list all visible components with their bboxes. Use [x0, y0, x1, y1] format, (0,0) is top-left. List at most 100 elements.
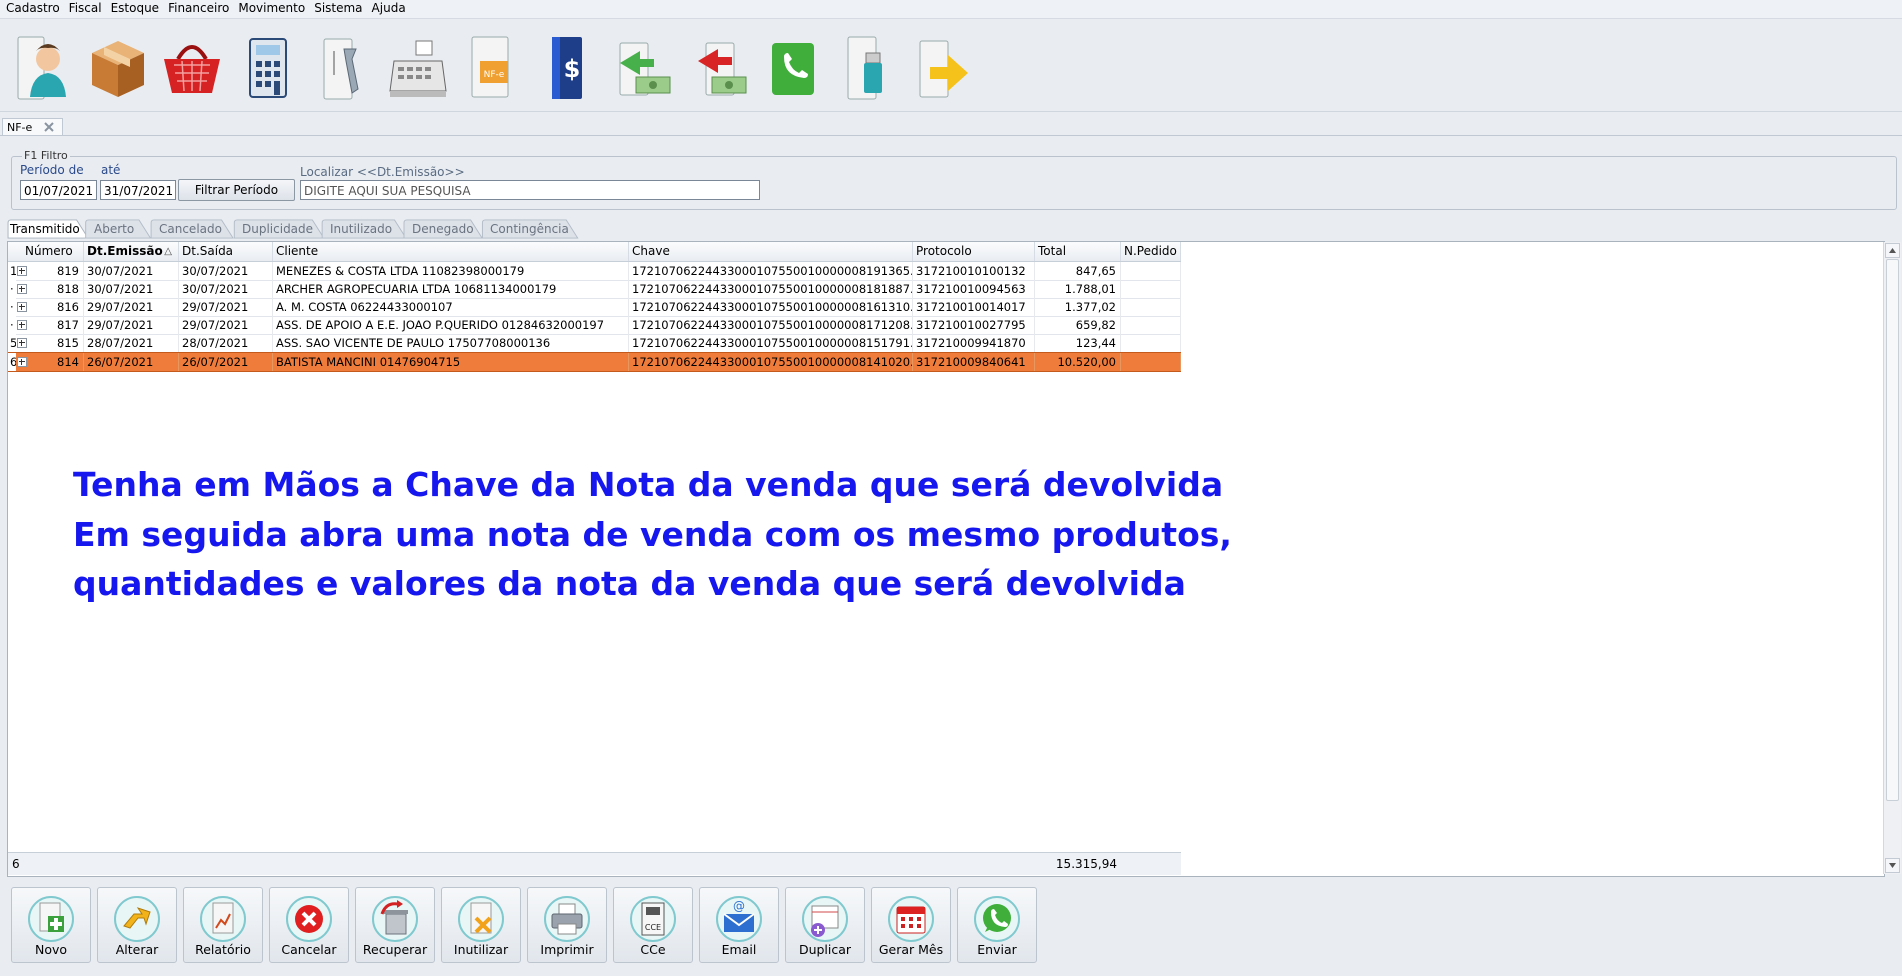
- duplicar-button[interactable]: Duplicar: [785, 887, 865, 963]
- imprimir-label: Imprimir: [540, 942, 594, 957]
- document-tab-nfe[interactable]: NF-e: [2, 118, 63, 136]
- menu-estoque[interactable]: Estoque: [106, 0, 164, 16]
- finance-book-icon[interactable]: $: [536, 31, 600, 105]
- cell-chave: 17210706224433000107550010000008161310..…: [629, 298, 913, 316]
- usb-backup-icon[interactable]: [836, 31, 900, 105]
- cell-pedido: [1121, 316, 1181, 334]
- col-cliente-header[interactable]: Cliente: [273, 242, 629, 261]
- cell-total: 659,82: [1035, 316, 1121, 334]
- relatorio-label: Relatório: [195, 942, 251, 957]
- menu-financeiro[interactable]: Financeiro: [163, 0, 233, 16]
- cell-emissao: 26/07/2021: [84, 353, 179, 371]
- col-saida-header[interactable]: Dt.Saída: [179, 242, 273, 261]
- cell-pedido: [1121, 334, 1181, 352]
- menu-fiscal[interactable]: Fiscal: [64, 0, 106, 16]
- relatorio-button[interactable]: Relatório: [183, 887, 263, 963]
- table-row[interactable]: · 816 29/07/2021 29/07/2021 A. M. COSTA 0622…: [8, 298, 1181, 317]
- cell-protocolo: 317210010100132: [913, 262, 1035, 280]
- cell-emissao: 29/07/2021: [84, 316, 179, 334]
- col-emissao-header[interactable]: Dt.Emissão △: [84, 242, 179, 261]
- whatsapp-phone-icon[interactable]: [760, 31, 824, 105]
- grid-footer: 6 15.315,94: [8, 852, 1181, 875]
- tab-cancelado[interactable]: Cancelado: [149, 219, 235, 239]
- email-label: Email: [721, 942, 757, 957]
- whatsapp-icon: [974, 896, 1020, 942]
- filter-period-button[interactable]: Filtrar Período: [178, 179, 295, 201]
- table-row[interactable]: 5 815 28/07/2021 28/07/2021 ASS. SAO VICENTE…: [8, 334, 1181, 353]
- expand-row-icon[interactable]: [17, 302, 27, 312]
- col-pedido-header[interactable]: N.Pedido: [1121, 242, 1181, 261]
- instruction-line-3: quantidades e valores da nota da venda q…: [73, 564, 1186, 603]
- menu-sistema[interactable]: Sistema: [309, 0, 366, 16]
- cancelar-button[interactable]: Cancelar: [269, 887, 349, 963]
- scroll-up-icon[interactable]: [1885, 243, 1900, 258]
- calendar-icon: [888, 896, 934, 942]
- cell-protocolo: 317210010094563: [913, 280, 1035, 298]
- table-row[interactable]: 6 814 26/07/2021 26/07/2021 BATISTA MANCINI …: [8, 352, 1181, 372]
- email-button[interactable]: @ Email: [699, 887, 779, 963]
- col-total-header[interactable]: Total: [1035, 242, 1121, 261]
- table-row[interactable]: · 817 29/07/2021 29/07/2021 ASS. DE APOIO A …: [8, 316, 1181, 335]
- payable-money-icon[interactable]: [686, 31, 750, 105]
- search-input[interactable]: DIGITE AQUI SUA PESQUISA: [300, 180, 760, 200]
- indicator-header: [8, 242, 20, 261]
- cell-saida: 30/07/2021: [179, 280, 273, 298]
- product-box-icon[interactable]: [86, 31, 150, 105]
- col-chave-header[interactable]: Chave: [629, 242, 913, 261]
- grid-header: Número Dt.Emissão △ Dt.Saída Cliente Chav…: [8, 242, 1181, 262]
- alterar-button[interactable]: Alterar: [97, 887, 177, 963]
- tab-contingencia[interactable]: Contingência: [480, 219, 580, 239]
- gerar-mes-button[interactable]: Gerar Mês: [871, 887, 951, 963]
- close-tab-icon[interactable]: [44, 120, 54, 132]
- cell-numero: 817: [36, 316, 84, 334]
- novo-button[interactable]: Novo: [11, 887, 91, 963]
- expand-row-icon[interactable]: [17, 266, 27, 276]
- service-tools-icon[interactable]: [310, 31, 374, 105]
- cell-protocolo: 317210009840641: [913, 353, 1035, 371]
- tab-duplicidade[interactable]: Duplicidade: [232, 219, 326, 239]
- main-toolbar: NF-e $: [0, 19, 1902, 112]
- client-icon[interactable]: [12, 31, 76, 105]
- expand-row-icon[interactable]: [17, 320, 27, 330]
- expand-row-icon[interactable]: [17, 338, 27, 348]
- gerar-mes-label: Gerar Mês: [878, 942, 944, 957]
- menu-cadastro[interactable]: Cadastro: [0, 0, 64, 16]
- enviar-label: Enviar: [977, 942, 1017, 957]
- receivable-money-icon[interactable]: [610, 31, 674, 105]
- exit-arrow-icon[interactable]: [910, 31, 974, 105]
- date-from-field[interactable]: 01/07/2021: [20, 180, 97, 200]
- date-to-field[interactable]: 31/07/2021: [100, 180, 176, 200]
- menu-ajuda[interactable]: Ajuda: [367, 0, 410, 16]
- table-row[interactable]: · 818 30/07/2021 30/07/2021 ARCHER AGROPECUA…: [8, 280, 1181, 299]
- col-numero-header[interactable]: Número: [22, 242, 84, 261]
- imprimir-button[interactable]: Imprimir: [527, 887, 607, 963]
- cce-button[interactable]: CCE CCe: [613, 887, 693, 963]
- menu-bar: Cadastro Fiscal Estoque Financeiro Movimento…: [0, 0, 1902, 19]
- cell-chave: 17210706224433000107550010000008191365..…: [629, 262, 913, 280]
- table-row[interactable]: 1 819 30/07/2021 30/07/2021 MENEZES & COSTA …: [8, 262, 1181, 281]
- nfe-document-icon[interactable]: NF-e: [460, 31, 524, 105]
- cash-register-icon[interactable]: [386, 31, 450, 105]
- tab-denegado[interactable]: Denegado: [402, 219, 484, 239]
- enviar-button[interactable]: Enviar: [957, 887, 1037, 963]
- tab-transmitido[interactable]: Transmitido: [6, 219, 90, 239]
- cell-protocolo: 317210010027795: [913, 316, 1035, 334]
- cell-saida: 29/07/2021: [179, 316, 273, 334]
- col-protocolo-header[interactable]: Protocolo: [913, 242, 1035, 261]
- menu-movimento[interactable]: Movimento: [233, 0, 309, 16]
- vertical-scrollbar[interactable]: [1883, 242, 1901, 874]
- scroll-thumb[interactable]: [1886, 259, 1899, 801]
- inutilizar-button[interactable]: Inutilizar: [441, 887, 521, 963]
- expand-row-icon[interactable]: [17, 357, 27, 367]
- calculator-icon[interactable]: [236, 31, 300, 105]
- tab-inutilizado[interactable]: Inutilizado: [320, 219, 408, 239]
- recuperar-label: Recuperar: [362, 942, 428, 957]
- shopping-basket-icon[interactable]: [160, 31, 224, 105]
- scroll-down-icon[interactable]: [1885, 858, 1900, 873]
- tab-inutilizado-label: Inutilizado: [330, 222, 393, 236]
- recuperar-button[interactable]: Recuperar: [355, 887, 435, 963]
- printer-icon: [544, 896, 590, 942]
- tab-aberto[interactable]: Aberto: [84, 219, 152, 239]
- expand-row-icon[interactable]: [17, 284, 27, 294]
- cell-protocolo: 317210009941870: [913, 334, 1035, 352]
